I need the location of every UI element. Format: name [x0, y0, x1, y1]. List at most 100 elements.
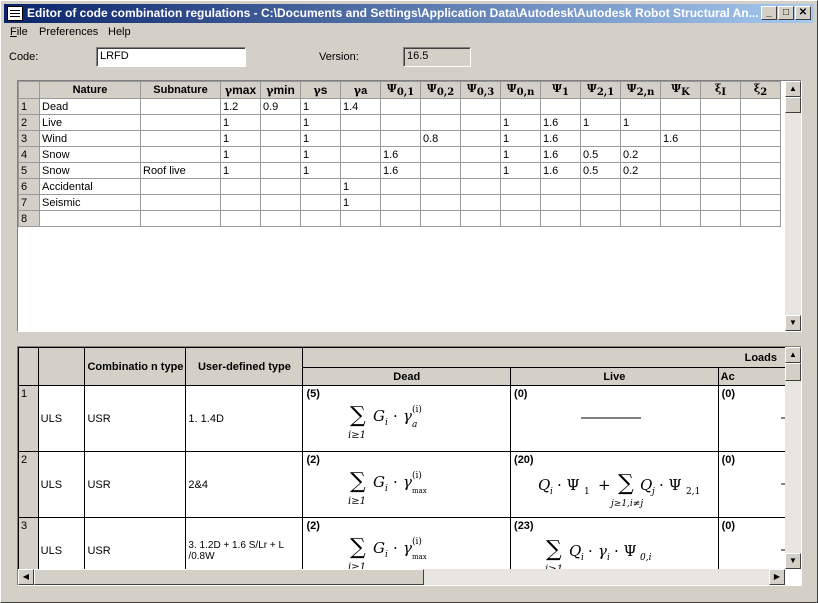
table-row[interactable]: 2 ULS USR 2&4 (2) ∑ i≥1 G i · γ (i) max …: [18, 451, 785, 518]
user-type-cell[interactable]: 2&4: [185, 451, 304, 518]
grid-cell[interactable]: 1: [340, 194, 381, 212]
header-psi-0-1[interactable]: Ψ0,1: [380, 80, 421, 100]
grid-cell[interactable]: [620, 98, 661, 116]
grid-cell[interactable]: [660, 98, 701, 116]
dead-formula-cell[interactable]: (5) ∑ i≥1 G i · γ (i) a: [302, 385, 512, 452]
grid-cell[interactable]: 1: [620, 114, 661, 132]
grid-cell[interactable]: 1.6: [540, 162, 581, 180]
header-psi-2-1[interactable]: Ψ2,1: [580, 80, 621, 100]
grid-cell[interactable]: [700, 146, 741, 164]
grid-cell[interactable]: [260, 146, 301, 164]
grid-cell[interactable]: [740, 178, 781, 196]
grid-cell[interactable]: 0.5: [580, 162, 621, 180]
table-row[interactable]: 4 Snow 1 1 1.6 1 1.6 0.5 0.2: [18, 146, 781, 164]
grid-cell[interactable]: 1: [300, 98, 341, 116]
grid-cell[interactable]: [660, 210, 701, 228]
header-live[interactable]: Live: [510, 367, 719, 386]
grid-cell[interactable]: 0.9: [260, 98, 301, 116]
grid-cell[interactable]: [660, 178, 701, 196]
scroll-thumb[interactable]: [785, 97, 801, 113]
grid-cell[interactable]: [460, 178, 501, 196]
grid-cell[interactable]: [39, 210, 141, 228]
grid-cell[interactable]: 1: [300, 130, 341, 148]
table-row[interactable]: 6 Accidental 1: [18, 178, 781, 196]
grid-cell[interactable]: [380, 178, 421, 196]
accidental-formula-cell[interactable]: (0): [717, 385, 785, 452]
grid-cell[interactable]: [220, 210, 261, 228]
menu-preferences[interactable]: Preferences: [39, 26, 98, 38]
header-psi-1[interactable]: Ψ1: [540, 80, 581, 100]
live-formula-cell[interactable]: (0): [510, 385, 719, 452]
header-accidental[interactable]: Ac: [717, 367, 785, 386]
grid-cell[interactable]: Live: [39, 114, 141, 132]
grid-cell[interactable]: [540, 194, 581, 212]
grid-cell[interactable]: 1: [220, 130, 261, 148]
grid-cell[interactable]: [700, 178, 741, 196]
header-gamma-min[interactable]: γmin: [260, 80, 301, 100]
combination-type-cell[interactable]: USR: [84, 451, 187, 518]
grid-cell[interactable]: [260, 162, 301, 180]
grid-cell[interactable]: [140, 98, 221, 116]
grid-cell[interactable]: [620, 130, 661, 148]
grid-cell[interactable]: [500, 98, 541, 116]
grid-cell[interactable]: [620, 210, 661, 228]
grid-cell[interactable]: [340, 162, 381, 180]
scroll-down-button[interactable]: ▼: [785, 553, 801, 569]
grid-cell[interactable]: [420, 114, 461, 132]
grid-cell[interactable]: [660, 114, 701, 132]
grid-cell[interactable]: [740, 98, 781, 116]
header-gamma-s[interactable]: γs: [300, 80, 341, 100]
grid-cell[interactable]: [140, 130, 221, 148]
header-combination-type[interactable]: Combinatio n type: [84, 347, 187, 386]
grid-cell[interactable]: [460, 162, 501, 180]
combination-type-cell[interactable]: USR: [84, 385, 187, 452]
grid-cell[interactable]: [580, 210, 621, 228]
header-xi-2[interactable]: ξ2: [740, 80, 781, 100]
grid-cell[interactable]: 1: [300, 162, 341, 180]
grid-cell[interactable]: Seismic: [39, 194, 141, 212]
grid-cell[interactable]: Wind: [39, 130, 141, 148]
dead-formula-cell[interactable]: (2) ∑ i≥1 G i · γ (i) max: [302, 451, 512, 518]
grid-cell[interactable]: [620, 194, 661, 212]
grid-cell[interactable]: Roof live: [140, 162, 221, 180]
grid-cell[interactable]: [220, 178, 261, 196]
grid-cell[interactable]: 1: [340, 178, 381, 196]
grid-cell[interactable]: [700, 210, 741, 228]
grid-cell[interactable]: [740, 210, 781, 228]
user-type-cell[interactable]: 1. 1.4D: [185, 385, 304, 452]
grid2-horizontal-scrollbar[interactable]: ◀ ▶: [18, 569, 785, 585]
grid-cell[interactable]: Dead: [39, 98, 141, 116]
grid-cell[interactable]: [340, 114, 381, 132]
grid-cell[interactable]: [340, 130, 381, 148]
table-row[interactable]: 5 Snow Roof live 1 1 1.6 1 1.6 0.5 0.2: [18, 162, 781, 180]
header-user-defined-type[interactable]: User-defined type: [185, 347, 304, 386]
grid-cell[interactable]: 1: [300, 146, 341, 164]
grid-cell[interactable]: 0.8: [420, 130, 461, 148]
grid-cell[interactable]: 0.2: [620, 146, 661, 164]
grid-cell[interactable]: [260, 210, 301, 228]
grid-cell[interactable]: [260, 194, 301, 212]
header-xi-1[interactable]: ξI: [700, 80, 741, 100]
scroll-down-button[interactable]: ▼: [785, 315, 801, 331]
grid-cell[interactable]: Accidental: [39, 178, 141, 196]
limit-cell[interactable]: ULS: [37, 385, 86, 452]
grid-cell[interactable]: [460, 98, 501, 116]
grid-cell[interactable]: [260, 114, 301, 132]
header-psi-0-2[interactable]: Ψ0,2: [420, 80, 461, 100]
grid-cell[interactable]: [580, 98, 621, 116]
grid-cell[interactable]: [580, 178, 621, 196]
header-dead[interactable]: Dead: [302, 367, 512, 386]
grid-cell[interactable]: 1.6: [540, 114, 581, 132]
grid-cell[interactable]: 0.5: [580, 146, 621, 164]
grid-cell[interactable]: [540, 210, 581, 228]
grid-cell[interactable]: [500, 194, 541, 212]
grid-cell[interactable]: [500, 210, 541, 228]
grid-cell[interactable]: [740, 114, 781, 132]
grid-cell[interactable]: [700, 130, 741, 148]
grid-cell[interactable]: [340, 210, 381, 228]
grid-cell[interactable]: 0.2: [620, 162, 661, 180]
grid-cell[interactable]: [460, 210, 501, 228]
accidental-formula-cell[interactable]: (0): [717, 517, 785, 569]
table-row[interactable]: 7 Seismic 1: [18, 194, 781, 212]
close-button[interactable]: ✕: [795, 6, 811, 20]
